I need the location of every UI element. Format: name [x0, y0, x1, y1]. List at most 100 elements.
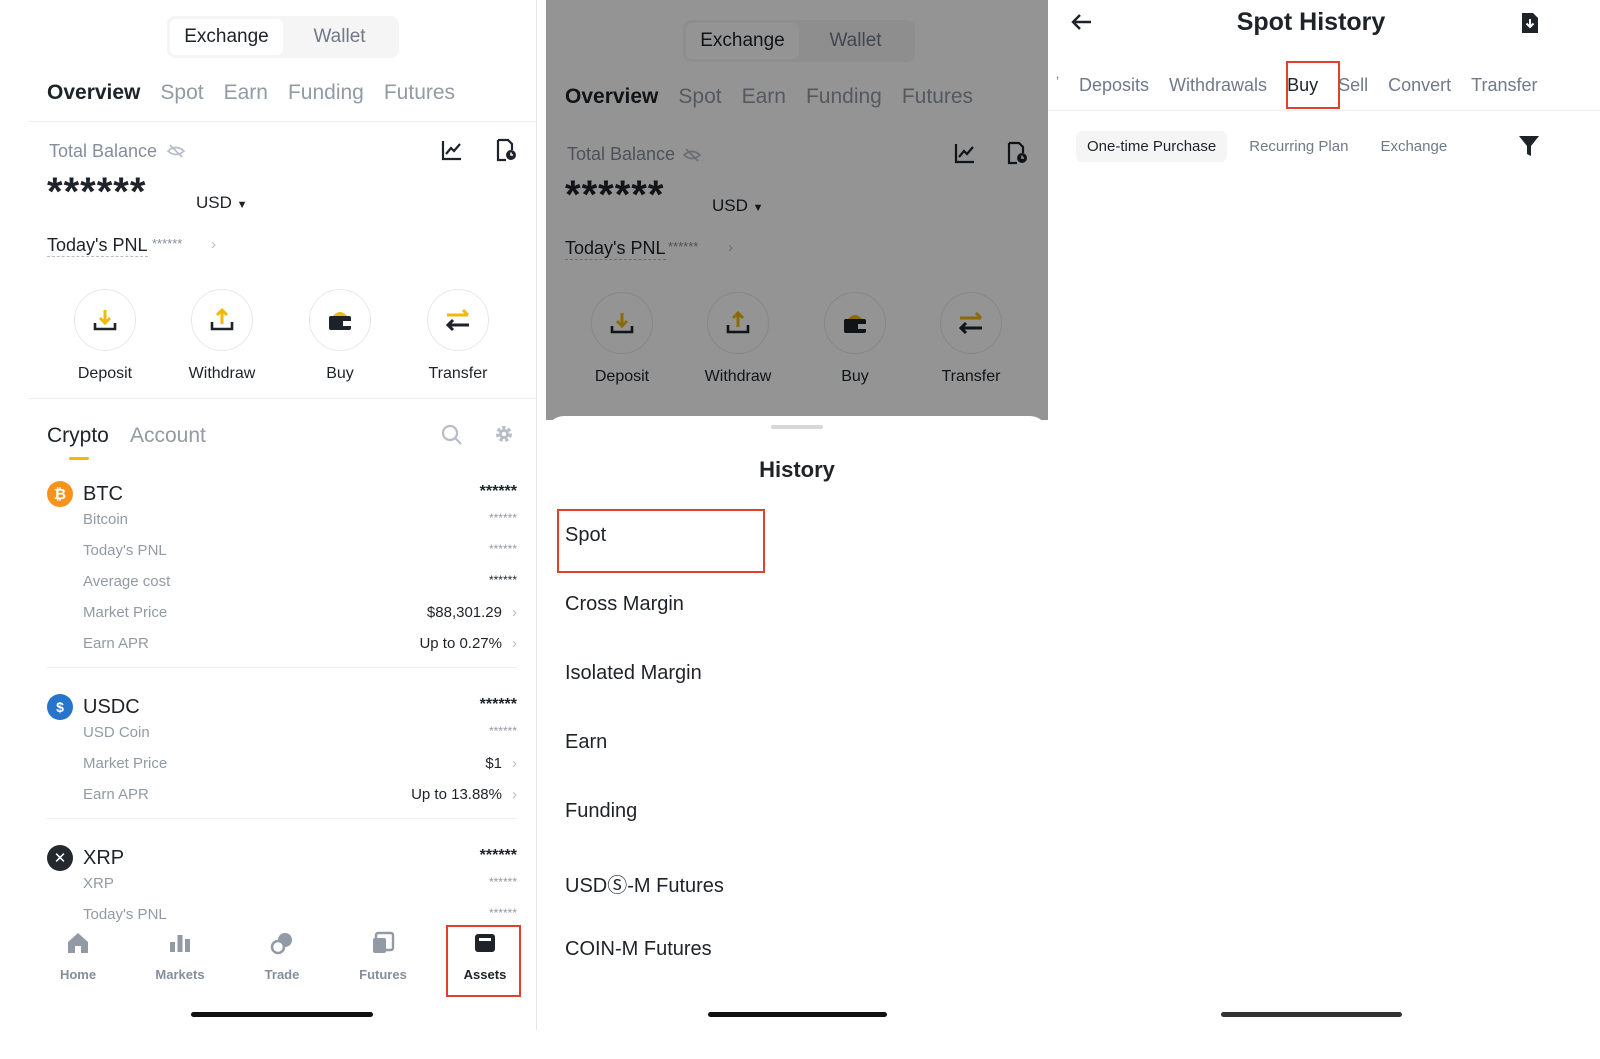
xrp-icon: ✕	[47, 845, 73, 871]
row-label: Market Price	[83, 604, 168, 621]
chevron-right-icon: ›	[512, 604, 517, 621]
history-item-earn[interactable]: Earn	[565, 731, 607, 754]
toggle-wallet[interactable]: Wallet	[283, 19, 396, 55]
nav-futures[interactable]: Futures	[343, 930, 423, 982]
history-item-isolated-margin[interactable]: Isolated Margin	[565, 662, 702, 685]
history-sheet-screen: Exchange Wallet Overview Spot Earn Fundi…	[546, 0, 1048, 1059]
home-indicator	[191, 1012, 373, 1017]
nav-home[interactable]: Home	[38, 930, 118, 982]
tab-transfer[interactable]: Transfer	[1471, 75, 1537, 96]
tab-convert[interactable]: Convert	[1388, 75, 1451, 96]
active-tab-indicator	[69, 457, 89, 460]
home-indicator	[708, 1012, 887, 1017]
search-icon[interactable]	[441, 424, 469, 452]
buy-button[interactable]: Buy	[290, 289, 390, 383]
row-value-wrap[interactable]: Up to 13.88% ›	[411, 786, 517, 803]
tab-futures[interactable]: Futures	[384, 81, 455, 105]
panel-divider	[536, 0, 537, 1030]
history-item-cross-margin[interactable]: Cross Margin	[565, 593, 684, 616]
coin-sub-amount: ******	[488, 511, 517, 525]
coin-name: USD Coin	[83, 724, 150, 741]
bitcoin-icon: ₿	[47, 481, 73, 507]
history-item-funding[interactable]: Funding	[565, 800, 637, 823]
home-icon	[68, 933, 88, 953]
tab-deposits[interactable]: Deposits	[1079, 75, 1149, 96]
nav-label: Markets	[155, 967, 205, 982]
chevron-right-icon[interactable]: ›	[211, 236, 216, 253]
gear-icon[interactable]	[493, 423, 521, 451]
subtab-exchange[interactable]: Exchange	[1380, 138, 1447, 155]
highlight-box-spot	[557, 509, 765, 573]
coin-name: Bitcoin	[83, 511, 129, 528]
futures-icon	[373, 931, 395, 953]
transfer-label: Transfer	[428, 365, 488, 382]
coin-symbol: BTC	[83, 483, 123, 505]
deposit-icon	[74, 289, 136, 351]
row-label: Market Price	[83, 755, 168, 772]
row-label: Average cost	[83, 573, 171, 590]
dim-overlay[interactable]	[546, 0, 1048, 420]
deposit-button[interactable]: Deposit	[55, 289, 155, 383]
history-document-icon[interactable]	[494, 138, 522, 166]
coin-name: XRP	[83, 875, 114, 892]
tab-crypto[interactable]: Crypto	[47, 424, 109, 448]
row-value: ******	[488, 573, 517, 587]
tab-withdrawals[interactable]: Withdrawals	[1169, 75, 1267, 96]
withdraw-button[interactable]: Withdraw	[172, 289, 272, 383]
nav-label: Trade	[264, 967, 300, 982]
highlight-box-assets	[446, 925, 521, 997]
coin-sub-amount: ******	[488, 724, 517, 738]
total-balance-label: Total Balance	[49, 141, 158, 161]
tab-account[interactable]: Account	[130, 424, 206, 448]
sheet-grabber[interactable]	[771, 425, 823, 429]
export-document-icon[interactable]	[1520, 12, 1540, 39]
filter-icon[interactable]	[1518, 134, 1540, 163]
page-title: Spot History	[1236, 8, 1386, 36]
buy-subtabs: One-time Purchase Recurring Plan Exchang…	[1076, 131, 1479, 162]
history-bottom-sheet: History Spot Cross Margin Isolated Margi…	[546, 416, 1048, 1059]
highlight-box-buy	[1286, 61, 1340, 109]
deposit-label: Deposit	[77, 365, 133, 382]
chevron-right-icon: ›	[512, 786, 517, 803]
row-value-wrap[interactable]: $1 ›	[485, 755, 517, 772]
coin-row-btc[interactable]: ₿ BTC ****** Bitcoin ****** Today's PNL **…	[47, 480, 517, 660]
nav-markets[interactable]: Markets	[140, 930, 220, 982]
eye-hidden-icon[interactable]	[166, 141, 186, 166]
nav-trade[interactable]: Trade	[242, 930, 322, 982]
pnl-value: ******	[152, 236, 183, 251]
coin-amount: ******	[479, 847, 517, 864]
tab-funding[interactable]: Funding	[288, 81, 364, 105]
row-value: $88,301.29	[426, 604, 502, 621]
pnl-label[interactable]: Today's PNL	[47, 235, 148, 257]
currency-label: USD	[196, 193, 232, 212]
coin-row-xrp[interactable]: ✕ XRP ****** XRP ****** Today's PNL ******	[47, 844, 517, 924]
chevron-right-icon: ›	[512, 635, 517, 652]
row-value-wrap[interactable]: $88,301.29 ›	[427, 604, 517, 621]
balance-value: ******	[47, 170, 147, 214]
coin-row-usdc[interactable]: $ USDC ****** USD Coin ****** Market Pric…	[47, 693, 517, 813]
tab-overview[interactable]: Overview	[47, 81, 140, 105]
subtab-recurring-plan[interactable]: Recurring Plan	[1249, 138, 1348, 155]
chart-icon[interactable]	[440, 138, 468, 166]
history-item-usds-m-futures[interactable]: USDⓈ-M Futures	[565, 869, 724, 898]
buy-label: Buy	[326, 365, 354, 382]
nav-label: Home	[59, 967, 97, 982]
nav-label: Futures	[359, 967, 407, 982]
exchange-wallet-toggle: Exchange Wallet	[167, 16, 399, 58]
subtab-one-time-purchase[interactable]: One-time Purchase	[1076, 131, 1228, 162]
tab-earn[interactable]: Earn	[224, 81, 268, 105]
toggle-exchange[interactable]: Exchange	[170, 19, 283, 55]
currency-select[interactable]: USD ▼	[196, 193, 248, 213]
row-label: Earn APR	[83, 635, 149, 652]
coin-symbol: XRP	[83, 847, 125, 869]
history-item-coin-m-futures[interactable]: COIN-M Futures	[565, 938, 712, 961]
row-value-wrap[interactable]: Up to 0.27% ›	[419, 635, 517, 652]
row-value: Up to 0.27%	[419, 635, 502, 652]
transfer-button[interactable]: Transfer	[408, 289, 508, 383]
spot-history-screen: Spot History ʼ Deposits Withdrawals Buy …	[1048, 0, 1600, 1059]
row-value: Up to 13.88%	[411, 786, 502, 803]
tab-sell[interactable]: Sell	[1338, 75, 1368, 96]
coin-sub-amount: ******	[488, 875, 517, 889]
tab-spot[interactable]: Spot	[160, 81, 203, 105]
wallet-icon	[309, 289, 371, 351]
